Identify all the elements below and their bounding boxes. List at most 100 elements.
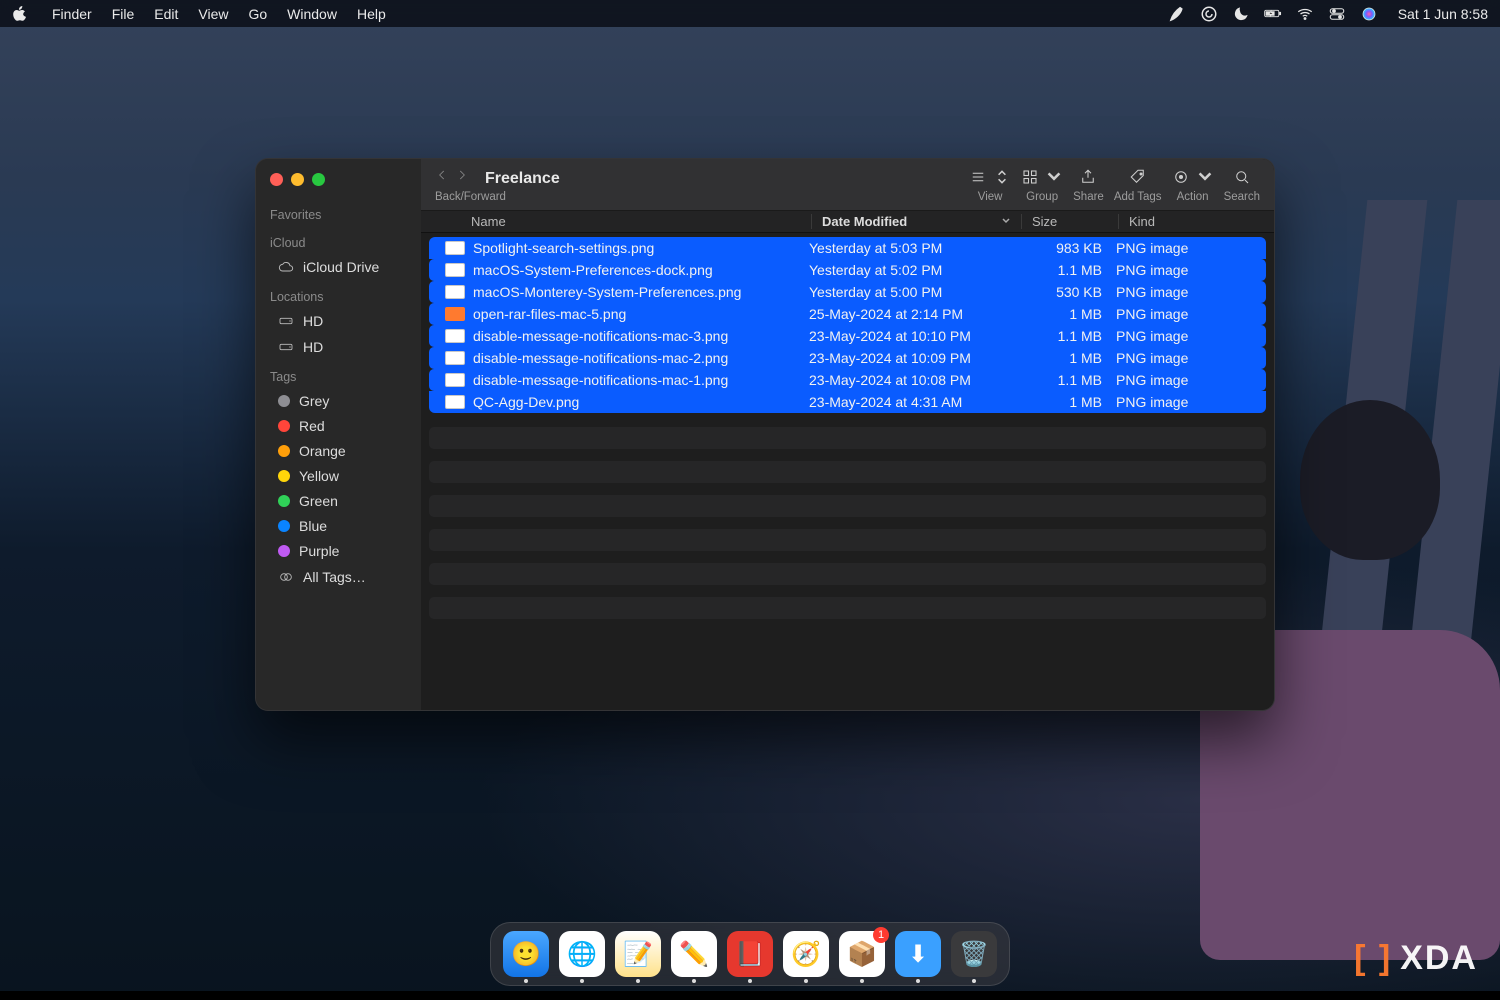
- running-dot-icon: [692, 979, 696, 983]
- notification-badge: 1: [873, 927, 889, 943]
- col-name[interactable]: Name: [421, 214, 811, 229]
- apple-menu[interactable]: [12, 6, 28, 22]
- toolbar-caption-backforward: Back/Forward: [435, 191, 506, 203]
- menubar-app-name[interactable]: Finder: [42, 6, 102, 22]
- minimize-button[interactable]: [291, 173, 304, 186]
- siri-icon[interactable]: [1360, 5, 1378, 23]
- file-size: 1.1 MB: [1019, 328, 1116, 344]
- close-button[interactable]: [270, 173, 283, 186]
- nav-back-button[interactable]: [435, 168, 449, 187]
- tag-dot-icon: [278, 495, 290, 507]
- toolbar-share[interactable]: Share: [1073, 165, 1104, 203]
- col-size[interactable]: Size: [1021, 214, 1118, 229]
- sidebar-tag-orange[interactable]: Orange: [264, 439, 413, 463]
- file-name: macOS-System-Preferences-dock.png: [473, 262, 809, 278]
- col-kind[interactable]: Kind: [1118, 214, 1274, 229]
- sidebar-item-icloud-drive[interactable]: iCloud Drive: [264, 255, 413, 279]
- menu-window[interactable]: Window: [277, 6, 347, 22]
- file-size: 1.1 MB: [1019, 372, 1116, 388]
- file-row[interactable]: disable-message-notifications-mac-3.png2…: [429, 325, 1266, 347]
- sidebar-item-hd-1[interactable]: HD: [264, 309, 413, 333]
- sidebar-tag-red[interactable]: Red: [264, 414, 413, 438]
- dock-app-edge[interactable]: 🌐: [559, 931, 605, 977]
- tag-dot-icon: [278, 545, 290, 557]
- sidebar-item-hd-2[interactable]: HD: [264, 335, 413, 359]
- dock-app-trash[interactable]: 🗑️: [951, 931, 997, 977]
- sidebar-heading-tags: Tags: [256, 360, 421, 388]
- file-name: macOS-Monterey-System-Preferences.png: [473, 284, 809, 300]
- dock-app-parcel[interactable]: 📦1: [839, 931, 885, 977]
- dock-app-finder[interactable]: 🙂: [503, 931, 549, 977]
- file-size: 1.1 MB: [1019, 262, 1116, 278]
- nav-forward-button[interactable]: [455, 168, 469, 187]
- dock-app-pdf[interactable]: 📕: [727, 931, 773, 977]
- tag-dot-icon: [278, 520, 290, 532]
- file-thumbnail-icon: [445, 373, 465, 387]
- menu-go[interactable]: Go: [238, 6, 277, 22]
- col-date-modified[interactable]: Date Modified: [811, 214, 1021, 229]
- chevron-down-icon: [1001, 216, 1011, 226]
- dock: 🙂🌐📝✏️📕🧭📦1⬇︎🗑️: [490, 922, 1010, 986]
- file-row[interactable]: Spotlight-search-settings.pngYesterday a…: [429, 237, 1266, 259]
- file-date: 25-May-2024 at 2:14 PM: [809, 306, 1019, 322]
- sidebar-item-label: iCloud Drive: [303, 259, 379, 275]
- menu-file[interactable]: File: [102, 6, 145, 22]
- dock-app-downloads[interactable]: ⬇︎: [895, 931, 941, 977]
- menubar-clock[interactable]: Sat 1 Jun 8:58: [1398, 6, 1488, 22]
- battery-icon[interactable]: [1264, 5, 1282, 23]
- file-date: 23-May-2024 at 10:09 PM: [809, 350, 1019, 366]
- file-name: QC-Agg-Dev.png: [473, 394, 809, 410]
- tag-dot-icon: [278, 420, 290, 432]
- quill-icon[interactable]: [1168, 5, 1186, 23]
- running-dot-icon: [636, 979, 640, 983]
- toolbar-view[interactable]: View: [969, 165, 1011, 203]
- dock-app-notes[interactable]: 📝: [615, 931, 661, 977]
- file-row[interactable]: macOS-Monterey-System-Preferences.pngYes…: [429, 281, 1266, 303]
- sidebar-item-label: Orange: [299, 443, 346, 459]
- column-headers: Name Date Modified Size Kind: [421, 211, 1274, 233]
- disk-icon: [278, 339, 294, 355]
- file-size: 1 MB: [1019, 394, 1116, 410]
- file-row[interactable]: disable-message-notifications-mac-2.png2…: [429, 347, 1266, 369]
- file-kind: PNG image: [1116, 328, 1266, 344]
- running-dot-icon: [524, 979, 528, 983]
- toolbar-group[interactable]: Group: [1021, 165, 1063, 203]
- toolbar-caption-addtags: Add Tags: [1114, 191, 1162, 203]
- menu-view[interactable]: View: [188, 6, 238, 22]
- control-center-icon[interactable]: [1328, 5, 1346, 23]
- file-row[interactable]: open-rar-files-mac-5.png25-May-2024 at 2…: [429, 303, 1266, 325]
- wifi-icon[interactable]: [1296, 5, 1314, 23]
- file-row[interactable]: disable-message-notifications-mac-1.png2…: [429, 369, 1266, 391]
- do-not-disturb-icon[interactable]: [1232, 5, 1250, 23]
- zoom-button[interactable]: [312, 173, 325, 186]
- file-thumbnail-icon: [445, 307, 465, 321]
- file-date: Yesterday at 5:00 PM: [809, 284, 1019, 300]
- toolbar-action[interactable]: Action: [1172, 165, 1214, 203]
- grammarly-icon[interactable]: [1200, 5, 1218, 23]
- sidebar-item-all-tags[interactable]: All Tags…: [264, 565, 413, 589]
- sidebar-tag-yellow[interactable]: Yellow: [264, 464, 413, 488]
- toolbar-addtags[interactable]: Add Tags: [1114, 165, 1162, 203]
- dock-app-textedit[interactable]: ✏️: [671, 931, 717, 977]
- menu-help[interactable]: Help: [347, 6, 396, 22]
- file-list: Spotlight-search-settings.pngYesterday a…: [421, 233, 1274, 710]
- sidebar-tag-purple[interactable]: Purple: [264, 539, 413, 563]
- dock-app-safari[interactable]: 🧭: [783, 931, 829, 977]
- file-row[interactable]: macOS-System-Preferences-dock.pngYesterd…: [429, 259, 1266, 281]
- file-thumbnail-icon: [445, 395, 465, 409]
- running-dot-icon: [860, 979, 864, 983]
- toolbar-caption-view: View: [978, 191, 1003, 203]
- file-row[interactable]: QC-Agg-Dev.png23-May-2024 at 4:31 AM1 MB…: [429, 391, 1266, 413]
- menubar: Finder File Edit View Go Window Help Sat…: [0, 0, 1500, 27]
- grid-icon: [1021, 168, 1039, 186]
- finder-sidebar: Favorites iCloud iCloud Drive Locations …: [256, 159, 421, 710]
- sidebar-tag-blue[interactable]: Blue: [264, 514, 413, 538]
- finder-main: Freelance Back/Forward View Group Share …: [421, 159, 1274, 710]
- sidebar-tag-grey[interactable]: Grey: [264, 389, 413, 413]
- menu-edit[interactable]: Edit: [144, 6, 188, 22]
- sidebar-tag-green[interactable]: Green: [264, 489, 413, 513]
- toolbar-search[interactable]: Search: [1224, 165, 1260, 203]
- running-dot-icon: [916, 979, 920, 983]
- file-thumbnail-icon: [445, 329, 465, 343]
- empty-rows: [429, 427, 1266, 619]
